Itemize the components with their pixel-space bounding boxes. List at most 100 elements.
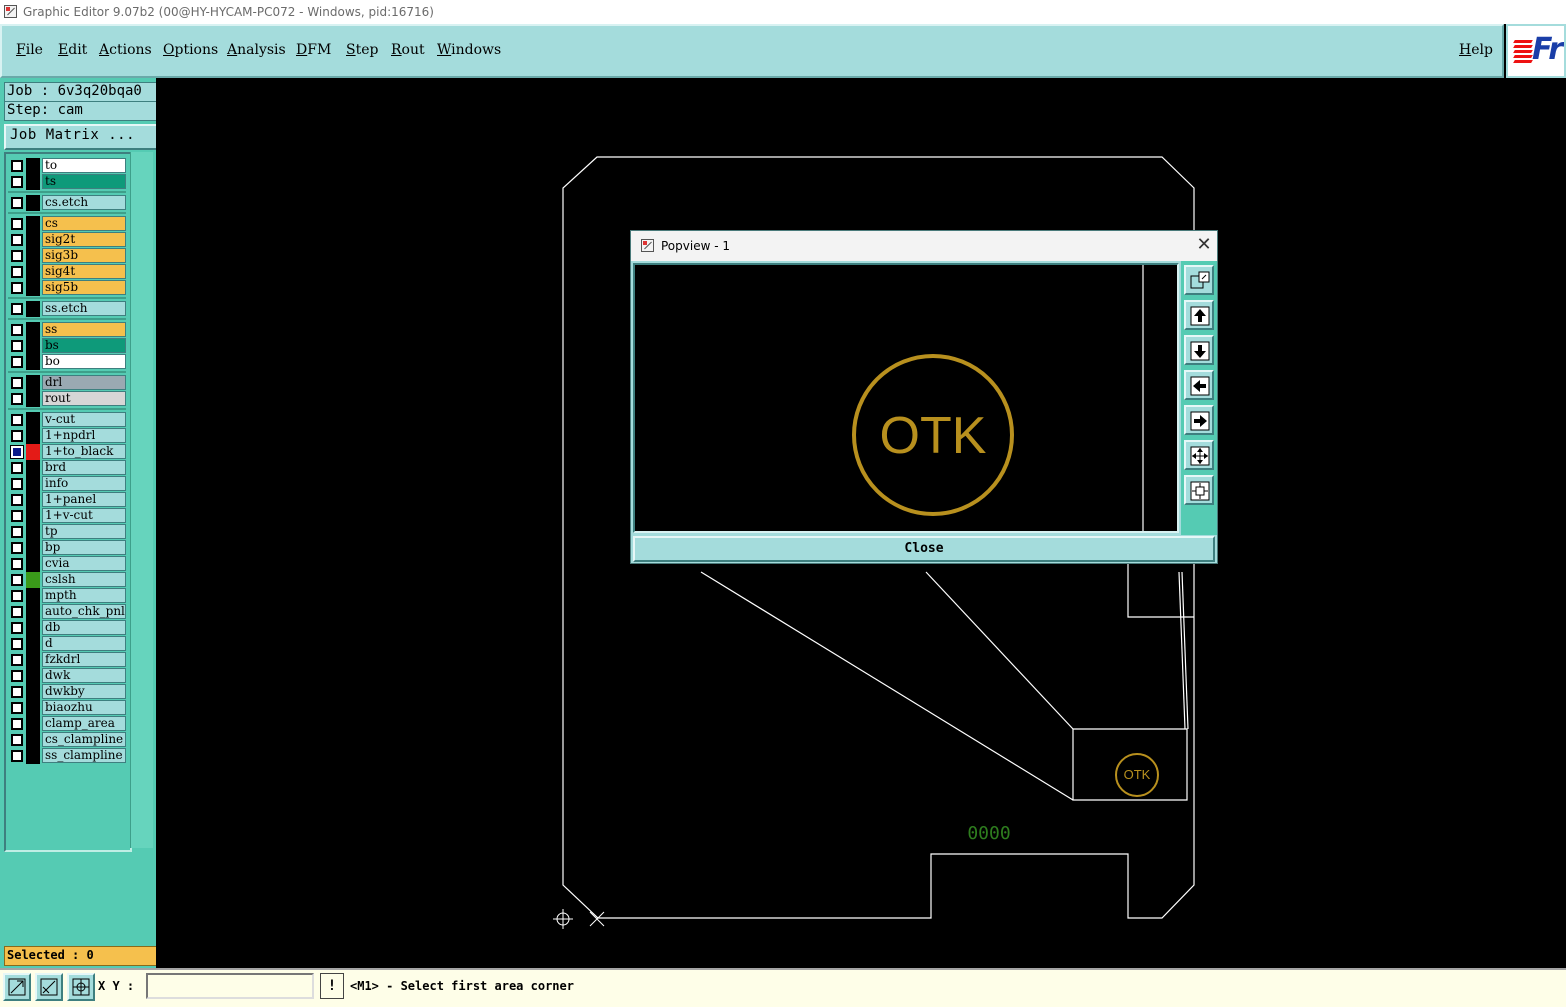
- layer-name[interactable]: cs.etch: [42, 195, 126, 210]
- layer-row[interactable]: bo: [8, 354, 126, 370]
- layer-checkbox[interactable]: [11, 558, 23, 570]
- layer-checkbox[interactable]: [11, 234, 23, 246]
- layer-checkbox[interactable]: [11, 734, 23, 746]
- menu-windows[interactable]: Windows: [437, 42, 501, 58]
- layer-checkbox[interactable]: [11, 430, 23, 442]
- layer-row[interactable]: dwk: [8, 668, 126, 684]
- layer-checkbox[interactable]: [11, 282, 23, 294]
- measure-mode-button[interactable]: [35, 973, 63, 1001]
- layer-color-swatch[interactable]: [26, 700, 40, 716]
- layer-checkbox[interactable]: [11, 494, 23, 506]
- layer-checkbox[interactable]: [11, 718, 23, 730]
- layer-row[interactable]: bp: [8, 540, 126, 556]
- layer-color-swatch[interactable]: [26, 412, 40, 428]
- layer-checkbox[interactable]: [11, 377, 23, 389]
- layer-checkbox[interactable]: [11, 218, 23, 230]
- layer-checkbox[interactable]: [11, 324, 23, 336]
- layer-name[interactable]: d: [42, 636, 126, 651]
- layer-name[interactable]: bo: [42, 354, 126, 369]
- layer-name[interactable]: cvia: [42, 556, 126, 571]
- layer-checkbox[interactable]: [11, 526, 23, 538]
- layer-checkbox[interactable]: [11, 197, 23, 209]
- layer-row[interactable]: 1+to_black: [8, 444, 126, 460]
- layer-color-swatch[interactable]: [26, 652, 40, 668]
- zoom-in-button[interactable]: [1184, 440, 1214, 470]
- layer-color-swatch[interactable]: [26, 322, 40, 338]
- layer-checkbox[interactable]: [11, 622, 23, 634]
- layer-name[interactable]: sig5b: [42, 280, 126, 295]
- layer-name[interactable]: drl: [42, 375, 126, 390]
- layer-row[interactable]: cslsh: [8, 572, 126, 588]
- grid-mode-button[interactable]: [67, 973, 95, 1001]
- layer-color-swatch[interactable]: [26, 732, 40, 748]
- layer-name[interactable]: sig4t: [42, 264, 126, 279]
- pan-up-button[interactable]: [1184, 300, 1214, 330]
- layer-color-swatch[interactable]: [26, 636, 40, 652]
- popview-viewport[interactable]: OTK: [633, 263, 1179, 533]
- layer-color-swatch[interactable]: [26, 460, 40, 476]
- layer-color-swatch[interactable]: [26, 428, 40, 444]
- layer-color-swatch[interactable]: [26, 620, 40, 636]
- layer-color-swatch[interactable]: [26, 301, 40, 317]
- layer-row[interactable]: sig2t: [8, 232, 126, 248]
- layer-color-swatch[interactable]: [26, 174, 40, 190]
- pan-down-button[interactable]: [1184, 335, 1214, 365]
- layer-name[interactable]: ss.etch: [42, 301, 126, 316]
- layer-color-swatch[interactable]: [26, 524, 40, 540]
- layer-checkbox[interactable]: [11, 414, 23, 426]
- zoom-window-button[interactable]: [1184, 265, 1214, 295]
- layer-row[interactable]: db: [8, 620, 126, 636]
- layer-color-swatch[interactable]: [26, 375, 40, 391]
- layer-name[interactable]: 1+to_black: [42, 444, 126, 459]
- layer-row[interactable]: bs: [8, 338, 126, 354]
- layer-name[interactable]: sig2t: [42, 232, 126, 247]
- layer-checkbox[interactable]: [11, 340, 23, 352]
- layer-name[interactable]: 1+v-cut: [42, 508, 126, 523]
- layer-checkbox[interactable]: [11, 590, 23, 602]
- close-icon[interactable]: ✕: [1191, 231, 1217, 261]
- menu-file[interactable]: File: [16, 42, 43, 58]
- menu-options[interactable]: Options: [163, 42, 218, 58]
- layer-color-swatch[interactable]: [26, 476, 40, 492]
- scrollbar-thumb[interactable]: [130, 152, 153, 848]
- layer-name[interactable]: ts: [42, 174, 126, 189]
- layer-name[interactable]: biaozhu: [42, 700, 126, 715]
- layer-name[interactable]: ss: [42, 322, 126, 337]
- layer-name[interactable]: bs: [42, 338, 126, 353]
- layer-name[interactable]: mpth: [42, 588, 126, 603]
- layer-row[interactable]: clamp_area: [8, 716, 126, 732]
- layer-color-swatch[interactable]: [26, 232, 40, 248]
- layer-row[interactable]: cs.etch: [8, 195, 126, 211]
- layer-row[interactable]: ts: [8, 174, 126, 190]
- layer-checkbox[interactable]: [11, 670, 23, 682]
- job-matrix-button[interactable]: Job Matrix ...: [4, 124, 160, 150]
- layer-row[interactable]: ss.etch: [8, 301, 126, 317]
- layer-name[interactable]: v-cut: [42, 412, 126, 427]
- layer-name[interactable]: dwk: [42, 668, 126, 683]
- layer-row[interactable]: cs_clampline: [8, 732, 126, 748]
- layer-color-swatch[interactable]: [26, 338, 40, 354]
- layer-name[interactable]: ss_clampline: [42, 748, 126, 763]
- layer-checkbox[interactable]: [11, 510, 23, 522]
- layer-checkbox[interactable]: [11, 686, 23, 698]
- layer-row[interactable]: to: [8, 158, 126, 174]
- layer-row[interactable]: 1+panel: [8, 492, 126, 508]
- xy-coordinate-input[interactable]: [146, 973, 314, 999]
- layer-name[interactable]: auto_chk_pnl: [42, 604, 126, 619]
- layer-color-swatch[interactable]: [26, 264, 40, 280]
- snap-mode-button[interactable]: [3, 973, 31, 1001]
- layer-name[interactable]: bp: [42, 540, 126, 555]
- close-button[interactable]: Close: [633, 536, 1215, 562]
- layer-checkbox[interactable]: [11, 606, 23, 618]
- layer-color-swatch[interactable]: [26, 588, 40, 604]
- layer-row[interactable]: biaozhu: [8, 700, 126, 716]
- layer-checkbox[interactable]: [11, 303, 23, 315]
- layer-row[interactable]: tp: [8, 524, 126, 540]
- menu-dfm[interactable]: DFM: [296, 42, 331, 58]
- layer-name[interactable]: 1+panel: [42, 492, 126, 507]
- layer-color-swatch[interactable]: [26, 668, 40, 684]
- layer-checkbox[interactable]: [11, 462, 23, 474]
- popview-title-bar[interactable]: Popview - 1 ✕: [631, 231, 1217, 261]
- layer-row[interactable]: cvia: [8, 556, 126, 572]
- layer-color-swatch[interactable]: [26, 216, 40, 232]
